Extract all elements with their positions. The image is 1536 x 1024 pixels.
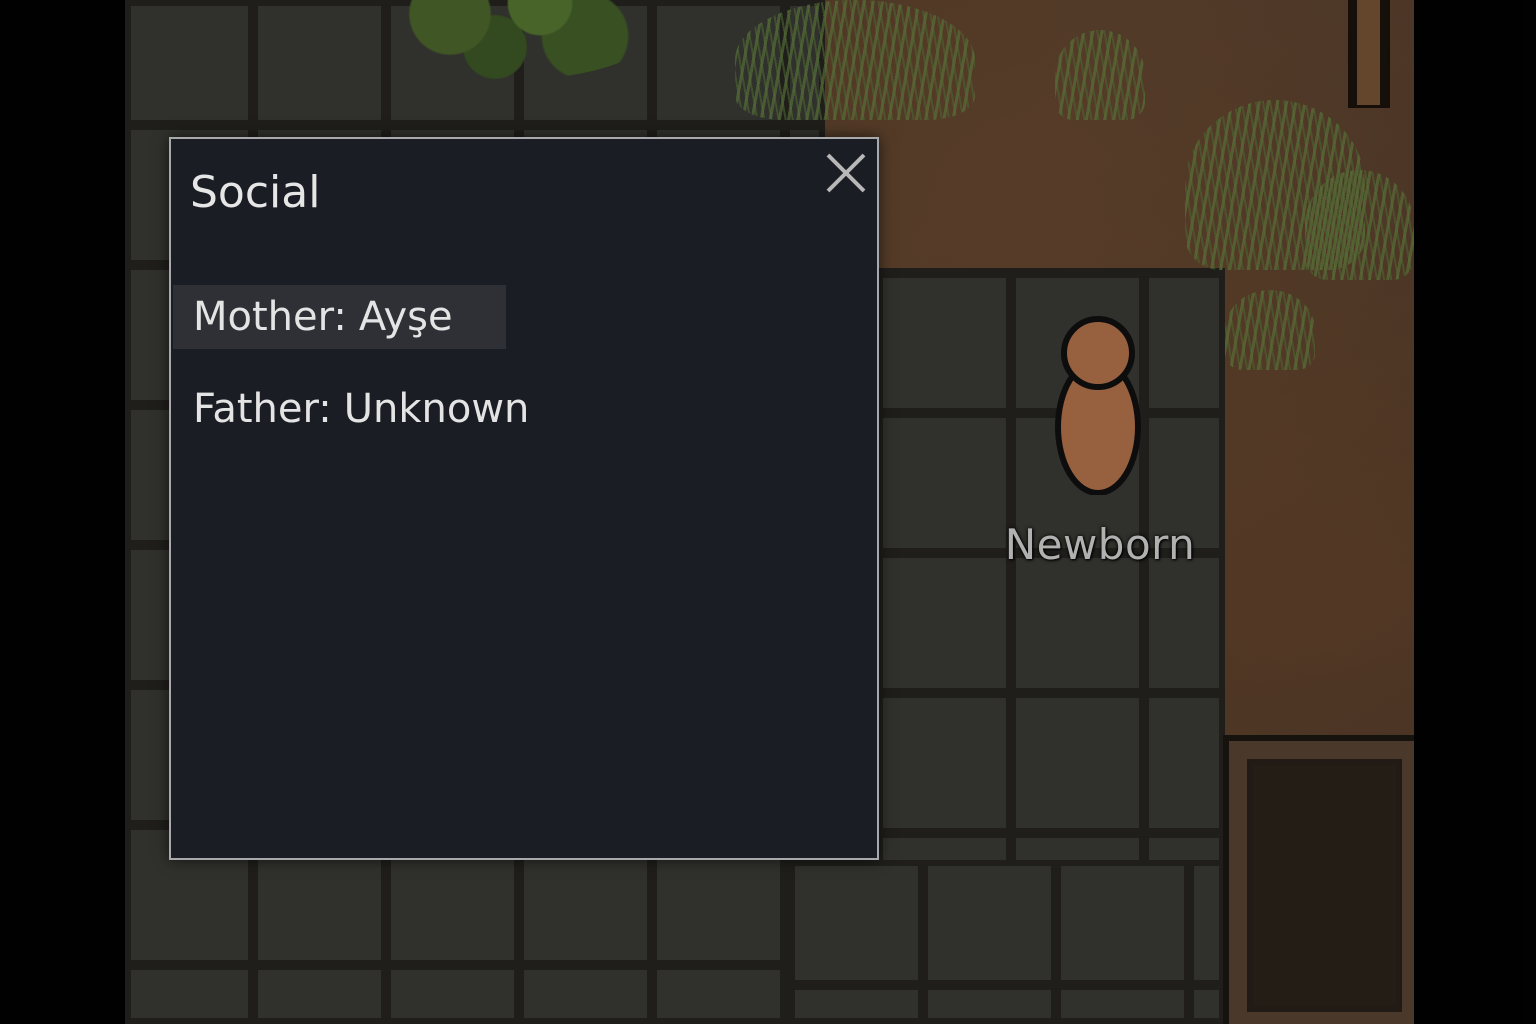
close-button[interactable]: [822, 149, 870, 197]
pawn-name-label: Newborn: [1004, 520, 1196, 569]
pawn-newborn[interactable]: [1052, 315, 1144, 496]
relation-value: Unknown: [343, 386, 530, 432]
close-icon: [826, 153, 866, 193]
grass-patch: [1225, 290, 1315, 370]
relation-value: Ayşe: [358, 294, 453, 340]
game-viewport: Newborn Social Mother: Ayşe Father: Unknow…: [0, 0, 1536, 1024]
relation-row-mother[interactable]: Mother: Ayşe: [173, 285, 506, 349]
letterbox-left: [0, 0, 125, 1024]
relation-label: Mother:: [193, 294, 347, 340]
window-title: Social: [190, 167, 321, 218]
relation-label: Father:: [193, 386, 332, 432]
grass-patch: [1055, 30, 1145, 120]
relation-row-father[interactable]: Father: Unknown: [173, 377, 593, 441]
floor-tiles-bottom: [785, 860, 1225, 1024]
social-window: Social Mother: Ayşe Father: Unknown: [169, 137, 879, 860]
wall-block: [1223, 735, 1414, 1024]
letterbox-right: [1414, 0, 1536, 1024]
door-frame: [1348, 0, 1390, 108]
grass-patch: [1305, 170, 1414, 280]
grass-patch: [735, 0, 975, 120]
pawn-icon: [1055, 316, 1141, 496]
